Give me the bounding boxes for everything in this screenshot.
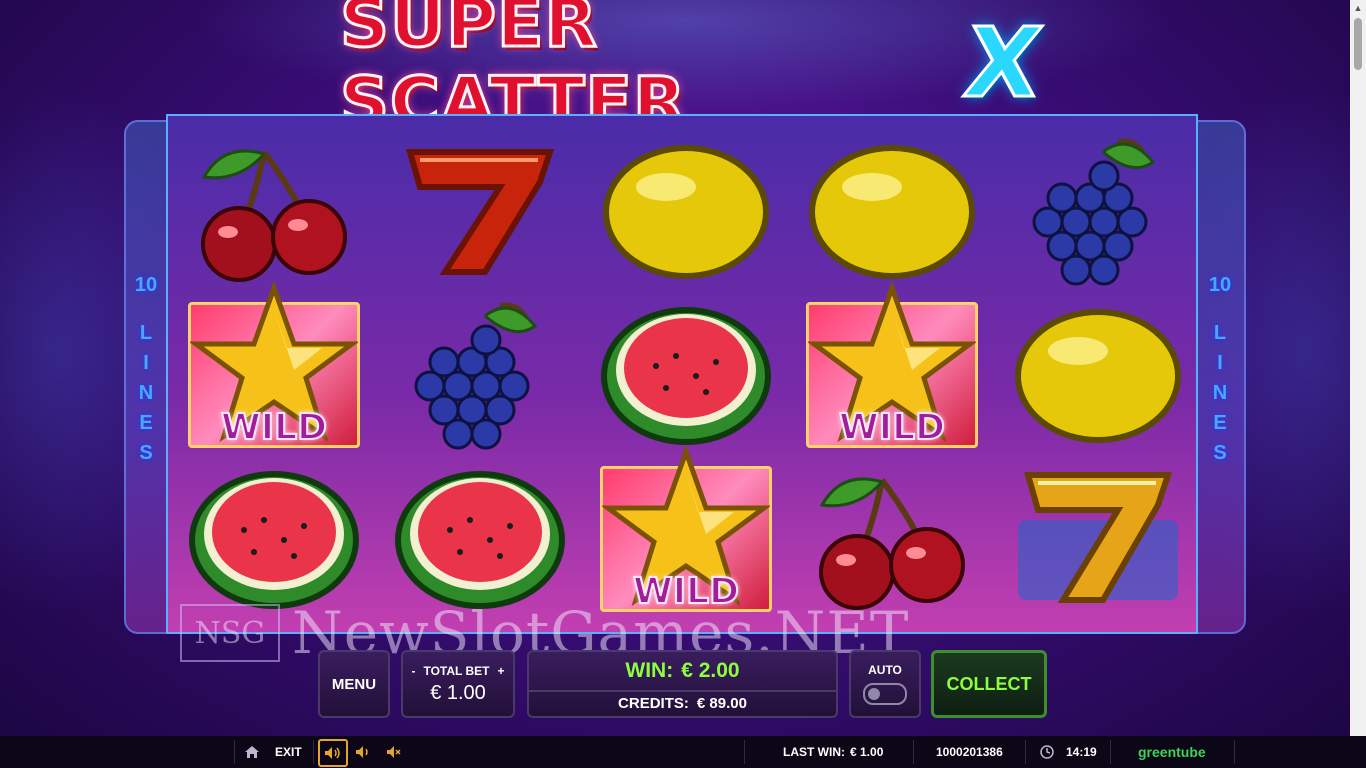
watermelon-symbol — [382, 456, 578, 620]
clock-icon — [1040, 736, 1054, 768]
grapes-symbol — [382, 292, 578, 456]
session-id: 1000201386 — [936, 745, 1003, 759]
menu-button[interactable]: MENU — [318, 650, 390, 718]
game-logo: SUPER SCATTER X — [339, 0, 1050, 144]
seven-red-icon — [406, 149, 555, 275]
total-bet-value: € 1.00 — [430, 681, 486, 704]
cherry-icon — [819, 477, 965, 610]
cherry-symbol — [176, 128, 372, 292]
logo-x: X — [957, 6, 1050, 121]
wild-symbol: WILD — [176, 282, 372, 456]
watermelon-icon — [189, 471, 359, 609]
total-bet-label: TOTAL BET — [423, 663, 490, 678]
win-credits-panel: WIN: € 2.00 CREDITS: € 89.00 — [527, 650, 838, 718]
win-label: WIN: — [625, 658, 674, 682]
lines-indicator-left: 10 LINES — [126, 270, 166, 468]
seven-gold-symbol — [1000, 456, 1196, 620]
lines-number: 10 — [1208, 274, 1232, 296]
lines-word: LINES — [138, 322, 154, 464]
credits-value: € 89.00 — [696, 695, 747, 713]
separator — [744, 740, 745, 764]
separator — [913, 740, 914, 764]
status-bar: EXIT LAST WIN: € 1.00 1000201386 14:19 g… — [0, 736, 1366, 768]
lines-indicator-right: 10 LINES — [1200, 270, 1240, 468]
cherry-symbol — [794, 456, 990, 620]
sound-low-icon[interactable] — [355, 736, 371, 768]
total-bet-control: - TOTAL BET + € 1.00 — [401, 650, 515, 718]
lines-number: 10 — [134, 274, 158, 296]
grapes-icon — [414, 302, 538, 450]
lemon-icon — [1015, 309, 1181, 443]
auto-label: AUTO — [868, 663, 902, 677]
autoplay-button[interactable]: AUTO — [849, 650, 921, 718]
sound-full-icon[interactable] — [318, 739, 348, 767]
bet-decrease-button[interactable]: - — [411, 664, 415, 678]
grapes-symbol — [1000, 128, 1196, 292]
separator — [1025, 740, 1026, 764]
lemon-icon — [809, 145, 975, 279]
cherry-icon — [201, 149, 347, 282]
lemon-symbol — [794, 128, 990, 292]
wild-label: WILD — [220, 406, 328, 449]
wild-symbol: WILD — [794, 282, 990, 456]
last-win: LAST WIN: € 1.00 — [783, 736, 883, 768]
bet-increase-button[interactable]: + — [497, 664, 504, 678]
lemon-symbol — [588, 128, 784, 292]
lemon-symbol — [1000, 292, 1196, 456]
seven-gold-icon — [1018, 472, 1178, 603]
last-win-value: € 1.00 — [850, 745, 884, 759]
credits-label: CREDITS: — [618, 695, 689, 713]
last-win-label: LAST WIN: — [783, 745, 845, 759]
reel-grid: WILD WILD WILD — [166, 114, 1198, 634]
win-value: € 2.00 — [681, 658, 740, 682]
wild-label: WILD — [838, 406, 946, 449]
grapes-icon — [1032, 138, 1156, 286]
separator — [234, 740, 235, 764]
scroll-thumb[interactable] — [1354, 18, 1362, 70]
lemon-icon — [603, 145, 769, 279]
home-icon[interactable] — [244, 736, 260, 768]
watermelon-symbol — [176, 456, 372, 620]
watermelon-symbol — [588, 292, 784, 456]
seven-red-symbol — [382, 128, 578, 292]
separator — [313, 740, 314, 764]
scroll-up-icon[interactable]: ▲ — [1353, 3, 1363, 13]
auto-toggle[interactable] — [863, 683, 907, 705]
separator — [1110, 740, 1111, 764]
clock-time: 14:19 — [1066, 745, 1097, 759]
collect-button[interactable]: COLLECT — [931, 650, 1047, 718]
mute-icon[interactable] — [386, 736, 402, 768]
lines-word: LINES — [1212, 322, 1228, 464]
watermelon-icon — [601, 307, 771, 445]
wild-symbol: WILD — [588, 446, 784, 620]
provider-logo: greentube — [1138, 744, 1206, 760]
page-scrollbar[interactable]: ▲ — [1350, 0, 1366, 736]
watermark-logo: NSG — [180, 604, 280, 662]
separator — [1234, 740, 1235, 764]
watermelon-icon — [395, 471, 565, 609]
exit-button[interactable]: EXIT — [275, 736, 302, 768]
